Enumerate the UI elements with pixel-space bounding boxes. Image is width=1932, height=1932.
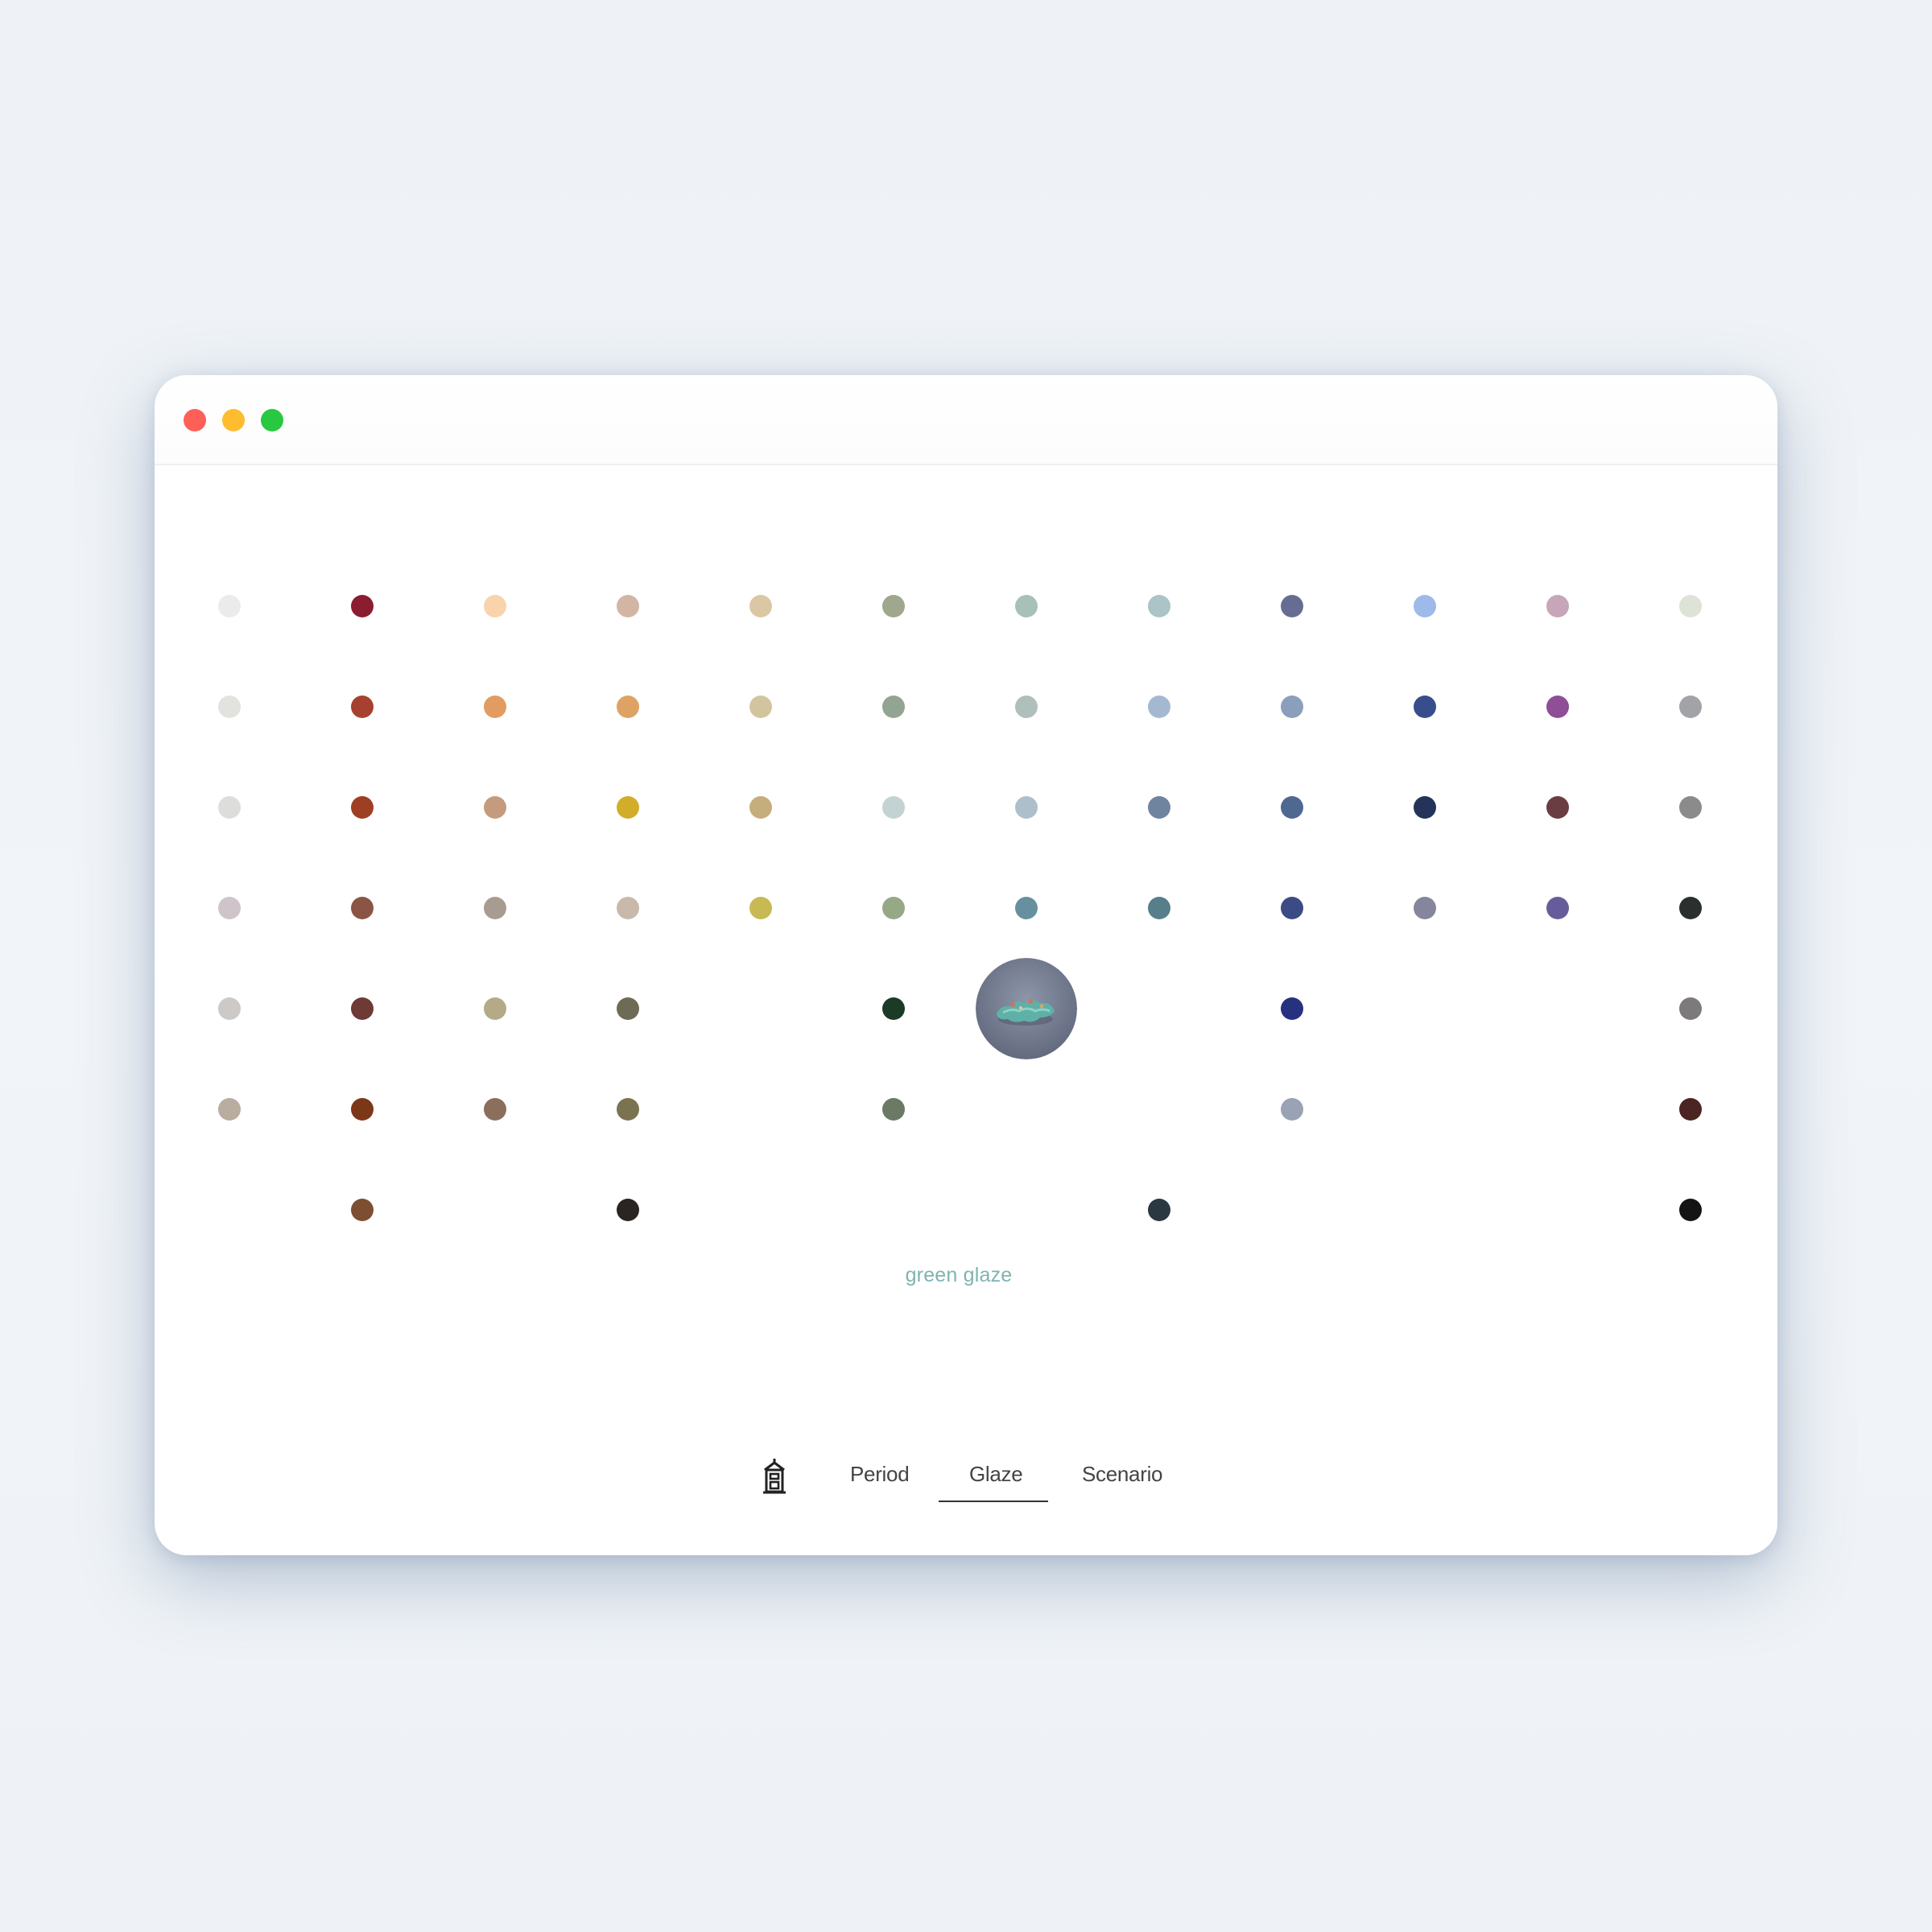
glaze-color-dot[interactable] (1281, 1098, 1303, 1121)
glaze-color-dot[interactable] (617, 997, 639, 1020)
tab-period[interactable]: Period (850, 1462, 910, 1487)
selected-glaze-caption: green glaze (905, 1264, 1013, 1286)
glaze-color-dot[interactable] (1679, 1098, 1702, 1121)
glaze-color-dot[interactable] (617, 595, 639, 617)
glaze-color-dot[interactable] (1546, 897, 1569, 919)
selected-glaze-piece-image[interactable] (976, 958, 1077, 1059)
glaze-color-dot[interactable] (1281, 997, 1303, 1020)
glaze-color-dot[interactable] (218, 595, 241, 617)
glaze-color-dot[interactable] (218, 1098, 241, 1121)
glaze-color-dot[interactable] (1679, 1199, 1702, 1221)
glaze-color-dot[interactable] (1679, 897, 1702, 919)
app-window: green glaze Period Glaze Scenario (155, 375, 1777, 1555)
glaze-color-dot[interactable] (484, 796, 506, 819)
glaze-color-dot[interactable] (218, 696, 241, 718)
glaze-color-dot[interactable] (1148, 897, 1170, 919)
glaze-color-dot[interactable] (1015, 897, 1038, 919)
glaze-color-dot[interactable] (617, 1199, 639, 1221)
glaze-color-dot[interactable] (1414, 595, 1436, 617)
glaze-color-dot[interactable] (882, 696, 905, 718)
glaze-color-dot[interactable] (882, 997, 905, 1020)
glaze-color-dot[interactable] (1281, 595, 1303, 617)
glaze-color-dot[interactable] (351, 997, 374, 1020)
glaze-color-dot[interactable] (1414, 796, 1436, 819)
glaze-color-dot[interactable] (1414, 696, 1436, 718)
glaze-color-dot[interactable] (1679, 997, 1702, 1020)
glaze-color-dot[interactable] (484, 696, 506, 718)
glaze-color-dot[interactable] (351, 1199, 374, 1221)
glaze-color-dot[interactable] (1281, 897, 1303, 919)
tab-scenario[interactable]: Scenario (1082, 1462, 1163, 1487)
glaze-color-grid (155, 375, 1777, 1555)
glaze-color-dot[interactable] (1148, 796, 1170, 819)
glaze-color-dot[interactable] (218, 997, 241, 1020)
glaze-color-dot[interactable] (882, 1098, 905, 1121)
glaze-color-dot[interactable] (617, 897, 639, 919)
glaze-color-dot[interactable] (351, 595, 374, 617)
glaze-color-dot[interactable] (749, 696, 772, 718)
glaze-color-dot[interactable] (1281, 796, 1303, 819)
glaze-color-dot[interactable] (1414, 897, 1436, 919)
tab-glaze[interactable]: Glaze (969, 1462, 1023, 1487)
bottom-navigation: Period Glaze Scenario (155, 1449, 1777, 1538)
glaze-color-dot[interactable] (218, 897, 241, 919)
glaze-color-dot[interactable] (351, 897, 374, 919)
glaze-color-dot[interactable] (1281, 696, 1303, 718)
glaze-color-dot[interactable] (617, 696, 639, 718)
glaze-color-dot[interactable] (1015, 595, 1038, 617)
glaze-color-dot[interactable] (749, 595, 772, 617)
glaze-color-dot[interactable] (1148, 696, 1170, 718)
active-tab-indicator (939, 1501, 1048, 1502)
glaze-color-dot[interactable] (484, 897, 506, 919)
pagoda-icon[interactable] (760, 1457, 789, 1494)
glaze-color-dot[interactable] (1679, 696, 1702, 718)
glaze-color-dot[interactable] (882, 897, 905, 919)
glaze-color-dot[interactable] (351, 796, 374, 819)
glaze-color-dot[interactable] (351, 696, 374, 718)
glaze-color-dot[interactable] (1148, 1199, 1170, 1221)
glaze-color-dot[interactable] (1546, 796, 1569, 819)
glaze-color-dot[interactable] (882, 595, 905, 617)
glaze-color-dot[interactable] (617, 1098, 639, 1121)
glaze-color-dot[interactable] (1546, 696, 1569, 718)
glaze-color-dot[interactable] (218, 796, 241, 819)
glaze-color-dot[interactable] (484, 997, 506, 1020)
glaze-color-dot[interactable] (1679, 595, 1702, 617)
glaze-color-dot[interactable] (1148, 595, 1170, 617)
glaze-color-dot[interactable] (749, 796, 772, 819)
glaze-color-dot[interactable] (617, 796, 639, 819)
glaze-color-dot[interactable] (1679, 796, 1702, 819)
glaze-color-dot[interactable] (1546, 595, 1569, 617)
glaze-color-dot[interactable] (882, 796, 905, 819)
glaze-color-dot[interactable] (484, 595, 506, 617)
glaze-color-dot[interactable] (1015, 696, 1038, 718)
glaze-color-dot[interactable] (484, 1098, 506, 1121)
glaze-color-dot[interactable] (749, 897, 772, 919)
glaze-color-dot[interactable] (1015, 796, 1038, 819)
glaze-color-dot[interactable] (351, 1098, 374, 1121)
